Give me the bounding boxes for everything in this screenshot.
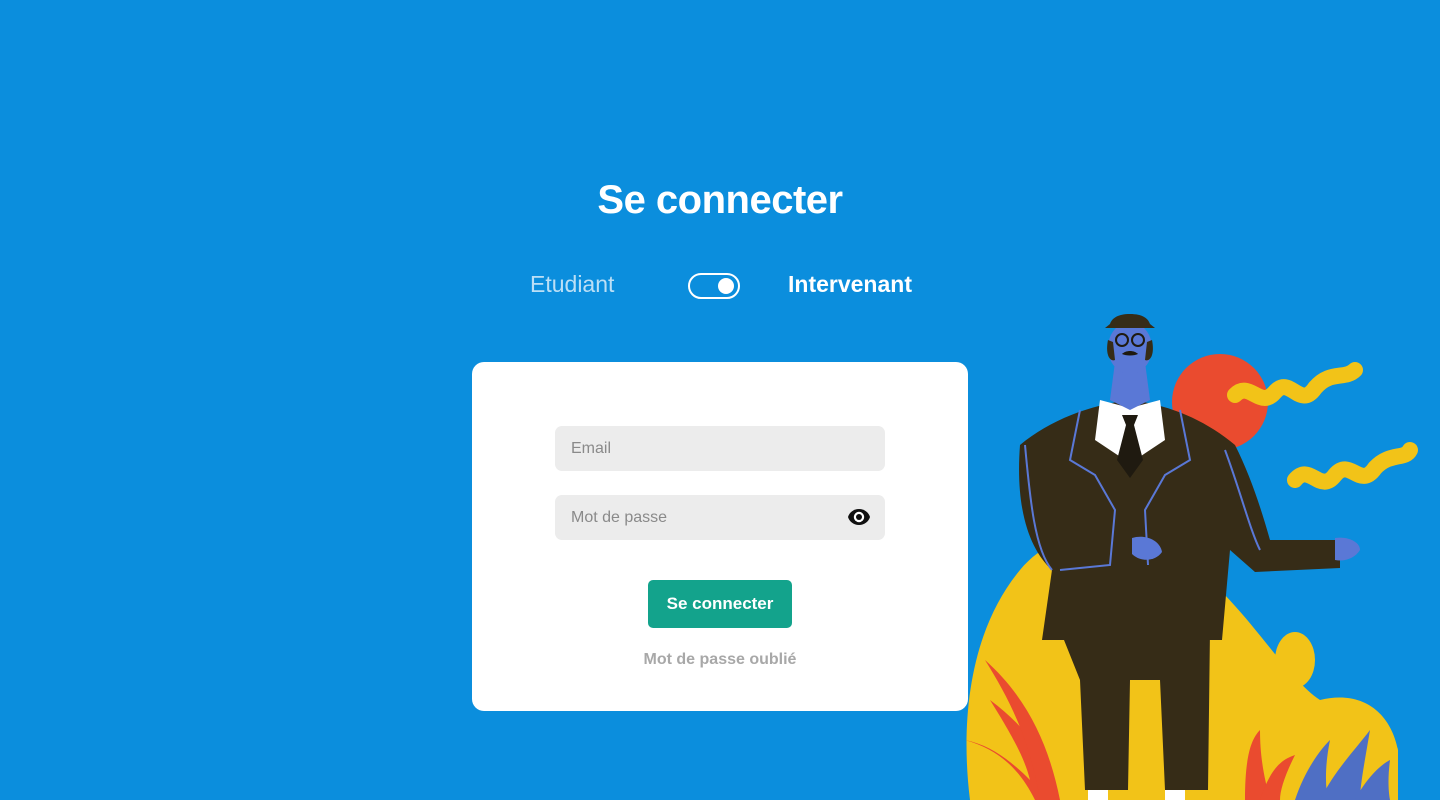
password-field[interactable] <box>555 495 885 540</box>
page-title: Se connecter <box>597 178 843 222</box>
role-label-etudiant[interactable]: Etudiant <box>530 271 614 298</box>
forgot-password-link[interactable]: Mot de passe oublié <box>472 651 968 669</box>
toggle-knob <box>718 278 734 294</box>
businessman-illustration <box>965 314 1418 800</box>
eye-icon[interactable] <box>847 508 871 526</box>
email-field-wrapper <box>555 426 885 471</box>
role-label-intervenant[interactable]: Intervenant <box>788 271 912 298</box>
role-switch: Etudiant Intervenant <box>0 270 1440 302</box>
login-button[interactable]: Se connecter <box>648 580 792 628</box>
email-field[interactable] <box>555 426 885 471</box>
login-card: Se connecter Mot de passe oublié <box>472 362 968 711</box>
password-field-wrapper <box>555 495 885 540</box>
role-toggle[interactable] <box>688 273 740 299</box>
